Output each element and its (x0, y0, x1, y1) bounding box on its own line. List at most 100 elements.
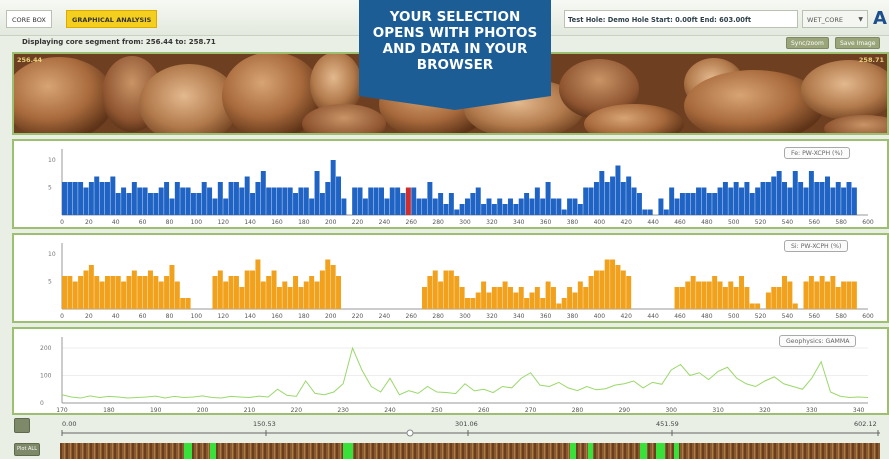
x-tick-label: 340 (513, 313, 525, 320)
bar (438, 193, 444, 215)
bar (422, 198, 427, 215)
tab-core-box[interactable]: CORE BOX (6, 10, 52, 28)
y-tick-label: 10 (48, 251, 56, 258)
bar (642, 209, 648, 215)
bar (620, 182, 626, 215)
segment-range-label: Displaying core segment from: (22, 38, 144, 46)
bar (588, 276, 594, 309)
sync-zoom-button[interactable]: Sync/zoom (786, 37, 829, 49)
x-tick-label: 170 (56, 407, 68, 413)
photo-type-select-value: WET_CORE (807, 16, 844, 24)
x-tick-label: 120 (217, 219, 229, 226)
banner-text: YOUR SELECTION OPENS WITH PHOTOS AND DAT… (359, 9, 551, 73)
segment-range-from: 256.44 (145, 38, 173, 46)
bar (814, 281, 820, 309)
x-tick-label: 520 (755, 313, 767, 320)
x-tick-label: 20 (85, 219, 93, 226)
x-tick-label: 280 (432, 219, 444, 226)
save-image-button[interactable]: Save Image (835, 37, 881, 49)
bar (502, 281, 508, 309)
y-tick-label: 5 (48, 185, 52, 192)
bar (379, 187, 384, 215)
bar (577, 281, 583, 309)
tab-graphical-analysis[interactable]: GRAPHICAL ANALYSIS (66, 10, 158, 28)
scale-tick: 451.59 (656, 420, 679, 428)
bar (72, 182, 78, 215)
bar (104, 276, 110, 309)
bar (352, 187, 358, 215)
bar (733, 287, 739, 309)
bar (835, 287, 841, 309)
bar (217, 270, 223, 309)
bar (271, 270, 277, 309)
bar (62, 276, 67, 309)
x-tick-label: 60 (139, 219, 147, 226)
bar (819, 182, 825, 215)
x-tick-label: 360 (540, 219, 552, 226)
x-tick-label: 190 (150, 407, 162, 413)
x-tick-label: 420 (620, 219, 632, 226)
bar (314, 281, 320, 309)
bar (583, 287, 589, 309)
bar (674, 198, 680, 215)
bar (481, 281, 487, 309)
x-tick-label: 200 (325, 219, 337, 226)
bar (712, 193, 718, 215)
depth-scale[interactable] (0, 416, 889, 444)
bar (545, 281, 551, 309)
x-tick-label: 540 (782, 313, 794, 320)
bar (744, 182, 750, 215)
bar (400, 193, 406, 215)
x-tick-label: 600 (862, 313, 874, 320)
scale-handle[interactable] (406, 429, 414, 437)
photo-type-select[interactable]: WET_CORE ▼ (802, 10, 868, 28)
bar (561, 209, 567, 215)
bar (336, 276, 342, 309)
bar (293, 276, 299, 309)
x-tick-label: 280 (432, 313, 444, 320)
bar (567, 287, 573, 309)
bar (212, 198, 218, 215)
bar (685, 281, 691, 309)
bar (771, 287, 777, 309)
bar (776, 287, 782, 309)
bar (513, 292, 519, 309)
bar (158, 281, 164, 309)
bar (362, 198, 368, 215)
bar (604, 182, 610, 215)
bar (454, 276, 460, 309)
bar (115, 276, 121, 309)
core-overview-image (60, 443, 880, 459)
bar (475, 187, 481, 215)
bar (808, 171, 814, 215)
bar (115, 193, 121, 215)
promo-banner: YOUR SELECTION OPENS WITH PHOTOS AND DAT… (359, 0, 551, 110)
x-tick-label: 580 (835, 219, 847, 226)
bar (830, 187, 836, 215)
bar (416, 198, 422, 215)
bar (137, 276, 143, 309)
bar (497, 198, 503, 215)
banner-line: BROWSER (416, 57, 494, 73)
x-tick-label: 500 (728, 313, 740, 320)
plot-all-button[interactable]: Plot ALL (14, 443, 40, 456)
bar (126, 276, 132, 309)
bar (749, 193, 755, 215)
bar (422, 287, 427, 309)
bar (427, 182, 433, 215)
bar (260, 171, 266, 215)
x-tick-label: 520 (755, 219, 767, 226)
bar (610, 259, 616, 309)
bar (792, 171, 798, 215)
bar (384, 198, 390, 215)
bar (336, 176, 342, 215)
bar (825, 176, 830, 215)
bar (491, 204, 497, 215)
bar (180, 187, 186, 215)
gamma-series-line (61, 346, 869, 399)
x-tick-label: 140 (244, 313, 256, 320)
x-tick-label: 260 (478, 407, 490, 413)
bar (658, 198, 664, 215)
bar (196, 193, 202, 215)
core-overview-strip[interactable] (60, 443, 880, 459)
